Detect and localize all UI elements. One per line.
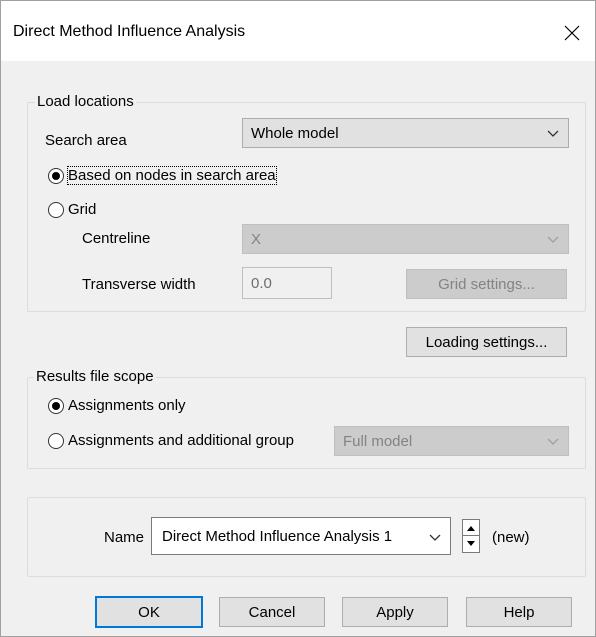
additional-group-value: Full model [343,432,413,450]
radio-assignments-label: Assignments only [68,397,186,414]
search-area-value: Whole model [251,124,339,142]
radio-indicator [48,167,64,184]
radio-assignments-only[interactable]: Assignments only [48,397,186,414]
spinner-up-button[interactable] [463,520,479,536]
chevron-down-icon [547,236,559,243]
chevron-down-icon [429,534,441,541]
centreline-value: X [251,230,262,248]
transverse-width-input[interactable]: 0.0 [242,267,332,299]
cancel-button[interactable]: Cancel [219,597,325,627]
results-file-scope-legend: Results file scope [34,368,156,385]
name-value: Direct Method Influence Analysis 1 [162,527,393,545]
search-area-label: Search area [45,132,127,149]
radio-nodes-label: Based on nodes in search area [67,166,277,185]
name-spinner[interactable] [462,519,480,553]
radio-indicator [48,432,64,449]
help-button[interactable]: Help [466,597,572,627]
arrow-down-icon [467,541,475,546]
close-icon [564,25,580,41]
dialog-window: Direct Method Influence Analysis Load lo… [0,0,596,637]
radio-nodes-in-search-area[interactable]: Based on nodes in search area [48,166,277,185]
radio-indicator [48,397,64,414]
centreline-label: Centreline [82,230,151,247]
apply-button[interactable]: Apply [342,597,448,627]
name-status: (new) [492,529,530,546]
name-combo-box[interactable]: Direct Method Influence Analysis 1 [151,517,451,555]
load-locations-legend: Load locations [35,93,136,110]
search-area-select[interactable]: Whole model [242,118,569,148]
title-bar: Direct Method Influence Analysis [1,1,595,61]
chevron-down-icon [547,438,559,445]
arrow-up-icon [467,525,475,531]
radio-grid[interactable]: Grid [48,201,96,218]
chevron-down-icon [547,130,559,137]
dialog-title: Direct Method Influence Analysis [13,23,246,40]
radio-grid-label: Grid [68,201,97,218]
radio-indicator [48,201,64,218]
grid-settings-button[interactable]: Grid settings... [406,269,567,299]
radio-additional-label: Assignments and additional group [68,432,294,449]
additional-group-select[interactable]: Full model [334,426,569,456]
transverse-width-label: Transverse width [82,276,196,293]
name-label: Name [104,529,145,546]
ok-button[interactable]: OK [95,596,203,628]
centreline-select[interactable]: X [242,224,569,254]
transverse-width-value: 0.0 [251,274,272,292]
loading-settings-button[interactable]: Loading settings... [406,327,567,357]
radio-assignments-and-group[interactable]: Assignments and additional group [48,432,294,449]
spinner-down-button[interactable] [463,536,479,552]
close-button[interactable] [549,13,595,53]
